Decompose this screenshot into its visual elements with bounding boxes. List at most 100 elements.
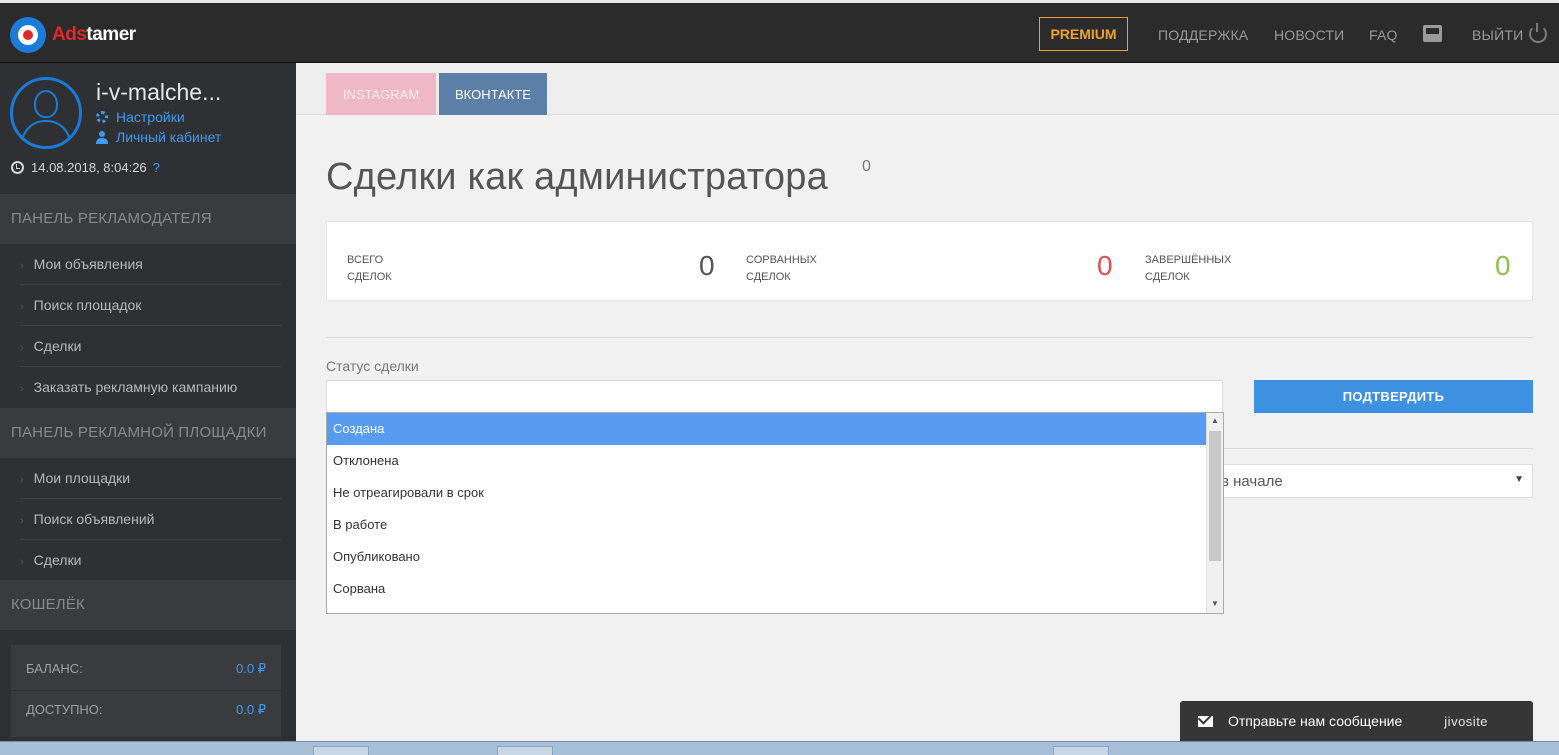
power-icon[interactable] (1529, 23, 1547, 43)
status-option-rejected[interactable]: Отклонена (327, 445, 1207, 477)
sidebar-item-label: Поиск объявлений (33, 511, 155, 527)
stat-done-label-line2: СДЕЛОК (1145, 271, 1190, 283)
taskbar-item[interactable] (497, 746, 553, 755)
status-option-published[interactable]: Опубликовано (327, 541, 1207, 573)
status-label: Статус сделки (326, 358, 419, 374)
nav-support-link[interactable]: ПОДДЕРЖКА (1158, 27, 1248, 43)
sidebar-item-search-platforms[interactable]: › Поиск площадок (20, 285, 281, 326)
status-option-created[interactable]: Создана (327, 413, 1207, 445)
sidebar-item-deals-advertiser[interactable]: › Сделки (20, 326, 281, 367)
bullet-icon: › (20, 515, 24, 527)
page-title-count: 0 (862, 158, 871, 175)
cabinet-link[interactable]: Личный кабинет (96, 129, 221, 145)
confirm-button[interactable]: ПОДТВЕРДИТЬ (1254, 380, 1533, 413)
chat-text: Отправьте нам сообщение (1228, 713, 1403, 729)
scroll-down-icon[interactable]: ▼ (1211, 599, 1219, 608)
tab-vkontakte[interactable]: ВКОНТАКТЕ (439, 73, 547, 115)
nav-faq-link[interactable]: FAQ (1369, 27, 1398, 43)
top-bar: Adstamer PREMIUM ПОДДЕРЖКА НОВОСТИ FAQ В… (0, 0, 1559, 63)
bullet-icon: › (20, 301, 24, 313)
wallet-panel-heading: КОШЕЛЁК (0, 580, 296, 630)
help-link[interactable]: ? (153, 160, 160, 175)
bullet-icon: › (20, 474, 24, 486)
stat-total-value: 0 (699, 250, 715, 281)
available-value: 0.0 ₽ (236, 702, 266, 717)
page-title: Сделки как администратора (326, 156, 828, 198)
stat-total-label: ВСЕГО СДЕЛОК (347, 252, 447, 286)
chat-widget[interactable]: Отправьте нам сообщение jivosite (1180, 701, 1533, 741)
bullet-icon: › (20, 260, 24, 272)
stat-done-label: ЗАВЕРШЁННЫХ СДЕЛОК (1145, 252, 1245, 286)
clock-icon (11, 161, 24, 174)
avatar[interactable] (10, 77, 82, 149)
chat-brand: jivosite (1444, 713, 1489, 729)
stat-failed-value: 0 (1097, 250, 1113, 281)
premium-button[interactable]: PREMIUM (1039, 17, 1128, 51)
cabinet-link-label: Личный кабинет (116, 129, 222, 145)
chevron-down-icon: ▼ (1514, 474, 1524, 485)
sidebar-item-order-campaign[interactable]: › Заказать рекламную кампанию (20, 367, 281, 408)
sidebar-item-label: Поиск площадок (33, 297, 142, 313)
balance-value: 0.0 ₽ (236, 661, 266, 676)
stat-failed-label-line1: СОРВАННЫХ (746, 254, 817, 266)
status-option-failed[interactable]: Сорвана (327, 573, 1207, 605)
bullet-icon: › (20, 556, 24, 568)
sort-select[interactable]: в начале ▼ (1200, 464, 1533, 498)
sidebar-item-my-ads[interactable]: › Мои объявления (20, 244, 281, 285)
datetime: 14.08.2018, 8:04:26 ? (11, 160, 160, 175)
stat-failed-label-line2: СДЕЛОК (746, 271, 791, 283)
sidebar-item-label: Мои объявления (33, 256, 143, 272)
person-icon (96, 130, 108, 144)
stats-card: ВСЕГО СДЕЛОК 0 СОРВАННЫХ СДЕЛОК 0 ЗАВЕРШ… (326, 221, 1533, 301)
taskbar-item[interactable] (313, 746, 369, 755)
status-option-no-response[interactable]: Не отреагировали в срок (327, 477, 1207, 509)
status-select[interactable] (326, 380, 1223, 413)
scrollbar-thumb[interactable] (1209, 431, 1221, 561)
bullet-icon: › (20, 383, 24, 395)
platform-panel-heading: ПАНЕЛЬ РЕКЛАМНОЙ ПЛОЩАДКИ (0, 408, 296, 458)
network-tabs: INSTAGRAM ВКОНТАКТЕ (296, 63, 1559, 115)
dropdown-scrollbar[interactable]: ▲ ▼ (1206, 413, 1223, 613)
logout-link[interactable]: ВЫЙТИ (1472, 27, 1523, 43)
sidebar-item-my-platforms[interactable]: › Мои площадки (20, 458, 281, 499)
advertiser-panel-heading: ПАНЕЛЬ РЕКЛАМОДАТЕЛЯ (0, 194, 296, 244)
sort-select-value: в начале (1221, 473, 1283, 490)
logo-ads: Ads (52, 24, 87, 45)
scroll-up-icon[interactable]: ▲ (1211, 416, 1219, 425)
sidebar-item-label: Сделки (33, 552, 82, 568)
sidebar-item-label: Сделки (33, 338, 82, 354)
sidebar-item-label: Заказать рекламную кампанию (33, 379, 238, 395)
available-label: ДОСТУПНО: (26, 702, 103, 717)
inbox-icon[interactable] (1423, 25, 1442, 42)
balance-label: БАЛАНС: (26, 661, 83, 676)
taskbar-item[interactable] (1053, 746, 1109, 755)
avatar-head-icon (34, 90, 58, 118)
logo[interactable]: Adstamer (10, 17, 136, 53)
logo-text: Adstamer (52, 24, 136, 46)
stat-failed-label: СОРВАННЫХ СДЕЛОК (746, 252, 846, 286)
settings-link-label: Настройки (116, 109, 185, 125)
os-taskbar (0, 741, 1559, 755)
datetime-value: 14.08.2018, 8:04:26 (31, 160, 147, 175)
username: i-v-malche... (96, 79, 222, 105)
mail-icon (1198, 715, 1213, 727)
sidebar-item-search-ads[interactable]: › Поиск объявлений (20, 499, 281, 540)
bullet-icon: › (20, 342, 24, 354)
wallet-box: БАЛАНС: 0.0 ₽ ДОСТУПНО: 0.0 ₽ (11, 645, 281, 737)
filter-divider (1224, 448, 1533, 449)
sidebar-item-deals-platform[interactable]: › Сделки (20, 540, 281, 581)
logo-icon (10, 17, 46, 53)
settings-link[interactable]: Настройки (96, 109, 185, 125)
section-divider (326, 337, 1533, 338)
logo-tamer: tamer (86, 24, 136, 45)
status-dropdown-list[interactable]: Создана Отклонена Не отреагировали в сро… (326, 412, 1224, 614)
avatar-body-icon (21, 120, 71, 146)
gear-icon (96, 111, 108, 123)
stat-done-label-line1: ЗАВЕРШЁННЫХ (1145, 254, 1232, 266)
stat-total-label-line1: ВСЕГО (347, 254, 384, 266)
sidebar-item-label: Мои площадки (33, 470, 131, 486)
nav-news-link[interactable]: НОВОСТИ (1274, 27, 1344, 43)
tab-instagram[interactable]: INSTAGRAM (326, 73, 436, 115)
stat-done-value: 0 (1495, 250, 1511, 281)
status-option-in-progress[interactable]: В работе (327, 509, 1207, 541)
